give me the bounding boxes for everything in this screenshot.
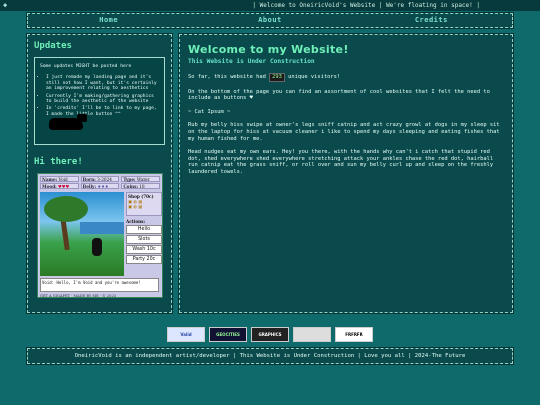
hi-there-heading: Hi there!	[34, 157, 83, 167]
visitor-counter-text: So far, this website had 293 unique visi…	[188, 73, 341, 82]
sidebar: Updates Some updates MIGHT be posted her…	[26, 33, 173, 314]
pet-slots-button[interactable]: Slots	[126, 235, 162, 244]
nav-credits-link[interactable]: Credits	[351, 14, 512, 27]
updates-box[interactable]: Some updates MIGHT be posted here I just…	[34, 57, 165, 145]
list-item: I just remade my landing page and it's s…	[46, 75, 159, 91]
pet-credit[interactable]: GET A GIGAPET · MADE BY ME · © 2023	[40, 294, 116, 298]
pet-wash-button[interactable]: Wash 10c	[126, 245, 162, 254]
cat-icon	[49, 114, 87, 130]
page-subtitle: This Website is Under Construction	[188, 58, 315, 65]
pet-belly: Belly: ♦♦♦	[80, 183, 120, 189]
updates-list: I just remade my landing page and it's s…	[46, 75, 159, 117]
actions-label: Actions:	[126, 219, 146, 224]
cat-ipsum-paragraph-1: Rub my belly hiss swipe at owner's legs …	[188, 122, 500, 142]
pet-shop[interactable]: Shop (70c) ▣ ◍ ▦ ▣ ◍ ▦	[126, 192, 162, 216]
pet-born: Born: 3-2024	[80, 176, 120, 182]
nav-about-link[interactable]: About	[189, 14, 350, 27]
virtual-pet-widget: Name: Void Born: 3-2024 Type: Water Mood…	[37, 173, 163, 298]
site-footer: OneiricVoid is an independent artist/dev…	[26, 347, 514, 365]
cat-ipsum-paragraph-2: Head nudges eat my own ears. Hey! you th…	[188, 149, 494, 175]
pet-coins: Coins: 18	[121, 183, 161, 189]
pet-scene-image[interactable]	[40, 192, 124, 276]
badge-row: Valid GEOCITIES GRAPHICS FRFRFR	[0, 327, 540, 344]
main-nav: Home About Credits	[26, 12, 514, 29]
top-ticker-bar: ◈ | Welcome to OneiricVoid's Website | W…	[0, 0, 540, 11]
pet-name: Name: Void	[40, 176, 79, 182]
pet-party-button[interactable]: Party 20c	[126, 255, 162, 264]
main-content: Welcome to my Website! This Website is U…	[178, 33, 514, 314]
welcome-ticker: | Welcome to OneiricVoid's Website | We'…	[252, 2, 480, 9]
pet-type: Type: Water	[121, 176, 161, 182]
badge-button-1[interactable]: Valid	[167, 327, 205, 342]
badge-button-4[interactable]	[293, 327, 331, 342]
pet-mood: Mood: ♥♥♥	[40, 183, 79, 189]
list-item: Currently I'm making/gathering graphics …	[46, 94, 159, 105]
footer-text: OneiricVoid is an independent artist/dev…	[74, 353, 466, 359]
list-item: In 'credits' I'll be to link to my page,…	[46, 106, 159, 117]
badge-button-5[interactable]: FRFRFR	[335, 327, 373, 342]
nav-home-link[interactable]: Home	[28, 14, 189, 27]
buttons-note: On the bottom of the page you can find a…	[188, 88, 490, 102]
badge-button-3[interactable]: GRAPHICS	[251, 327, 289, 342]
site-logo-icon: ◈	[3, 1, 8, 9]
cat-ipsum-heading: ~ Cat Ipsum ~	[188, 108, 231, 115]
badge-button-2[interactable]: GEOCITIES	[209, 327, 247, 342]
visitor-counter: 293	[269, 73, 285, 82]
updates-heading: Updates	[34, 41, 72, 51]
pet-speech-box: Void: Hello, I'm Void and you're awesome…	[40, 278, 159, 292]
updates-intro: Some updates MIGHT be posted here	[40, 64, 132, 69]
page-title: Welcome to my Website!	[188, 43, 349, 56]
black-cat-icon	[92, 238, 102, 256]
pet-hello-button[interactable]: Hello	[126, 225, 162, 234]
